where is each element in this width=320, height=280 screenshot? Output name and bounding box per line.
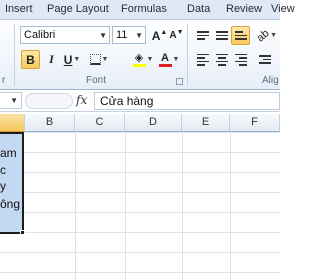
orientation-button[interactable]: ab ▼ (254, 26, 279, 45)
cell-a2[interactable]: am (0, 146, 17, 160)
chevron-down-icon[interactable]: ▼ (10, 96, 18, 105)
chevron-down-icon[interactable]: ▼ (147, 56, 154, 63)
underline-icon: U (63, 52, 73, 67)
decrease-indent-button[interactable] (255, 50, 274, 69)
formula-input[interactable]: Cửa hàng (94, 92, 280, 110)
chevron-down-icon[interactable]: ▼ (73, 56, 80, 63)
cell-a3[interactable]: c (0, 163, 6, 177)
fill-color-button[interactable]: ◈ ▼ (132, 50, 154, 69)
gridline (0, 212, 280, 213)
ribbon-tab-bar: Insert Page Layout Formulas Data Review … (0, 0, 295, 20)
ribbon: r Calibri ▼ 11 ▼ A ▲ A ▼ B I U ▼ ▼ ◈ ▼ A ▼ … (0, 20, 280, 90)
column-header-f[interactable]: F (230, 114, 280, 132)
gridline (0, 252, 280, 253)
paint-bucket-icon: ◈ (132, 52, 146, 67)
align-top-icon (196, 31, 209, 40)
font-name-combo[interactable]: Calibri ▼ (20, 26, 110, 44)
borders-button[interactable]: ▼ (88, 50, 110, 69)
gridline (0, 192, 280, 193)
borders-icon (89, 54, 101, 65)
gridline (230, 132, 231, 280)
chevron-down-icon[interactable]: ▼ (135, 31, 143, 40)
fill-handle[interactable] (20, 230, 25, 235)
font-color-button[interactable]: A ▼ (158, 50, 180, 69)
italic-button[interactable]: I (42, 50, 61, 69)
group-separator (14, 24, 15, 86)
tab-formulas[interactable]: Formulas (121, 3, 167, 15)
align-middle-button[interactable] (212, 26, 231, 45)
gridline (125, 132, 126, 280)
gridline (0, 272, 280, 273)
align-right-button[interactable] (231, 50, 250, 69)
gridline (0, 132, 280, 133)
align-middle-icon (215, 31, 228, 40)
chevron-down-icon[interactable]: ▼ (99, 31, 107, 40)
column-header-e[interactable]: E (182, 114, 230, 132)
gridline (0, 232, 280, 233)
dialog-launcher-icon[interactable] (176, 78, 183, 85)
gridline (182, 132, 183, 280)
worksheet-grid[interactable]: B C D E F am c y ông (0, 112, 280, 280)
tab-page-layout[interactable]: Page Layout (47, 3, 109, 15)
align-top-button[interactable] (193, 26, 212, 45)
column-header-a[interactable] (0, 114, 25, 132)
gridline (0, 172, 280, 173)
indent-icon (258, 55, 271, 64)
tab-view[interactable]: View (271, 3, 295, 15)
column-header-b[interactable]: B (25, 114, 75, 132)
cell-a5[interactable]: ông (0, 197, 20, 211)
column-header-d[interactable]: D (125, 114, 182, 132)
align-bottom-button[interactable] (231, 26, 250, 45)
font-name-value: Calibri (24, 29, 56, 41)
tab-data[interactable]: Data (187, 3, 210, 15)
column-header-c[interactable]: C (75, 114, 125, 132)
chevron-down-icon[interactable]: ▼ (102, 56, 109, 63)
font-group-label: Font (86, 75, 107, 86)
grow-font-icon: A (151, 28, 161, 43)
group-separator (187, 24, 188, 86)
insert-function-button[interactable]: fx (76, 93, 87, 107)
gridline (75, 132, 76, 280)
shrink-font-button[interactable]: A ▼ (167, 26, 186, 45)
align-left-button[interactable] (193, 50, 212, 69)
tab-insert[interactable]: Insert (5, 3, 33, 15)
clipboard-group-label: r (2, 75, 6, 86)
font-color-icon: A (158, 52, 172, 67)
align-left-icon (196, 53, 209, 66)
italic-icon: I (49, 52, 54, 66)
bold-button[interactable]: B (21, 50, 40, 69)
gridline (0, 152, 280, 153)
name-box[interactable]: ▼ (0, 92, 22, 109)
font-size-value: 11 (116, 29, 128, 41)
align-center-icon (215, 53, 228, 66)
chevron-down-icon[interactable]: ▼ (173, 56, 180, 63)
font-size-combo[interactable]: 11 ▼ (112, 26, 146, 44)
align-right-icon (234, 53, 247, 66)
cell-a4[interactable]: y (0, 179, 6, 193)
formula-bar: ▼ fx Cửa hàng (0, 90, 280, 112)
orientation-icon: ab (254, 26, 272, 45)
align-bottom-icon (234, 31, 247, 40)
formula-bar-grip[interactable] (25, 93, 73, 109)
underline-button[interactable]: U ▼ (60, 50, 84, 69)
bold-icon: B (26, 52, 35, 67)
tab-review[interactable]: Review (226, 3, 262, 15)
shrink-font-icon: A (169, 30, 177, 41)
align-center-button[interactable] (212, 50, 231, 69)
alignment-group-label: Alig (262, 75, 279, 86)
